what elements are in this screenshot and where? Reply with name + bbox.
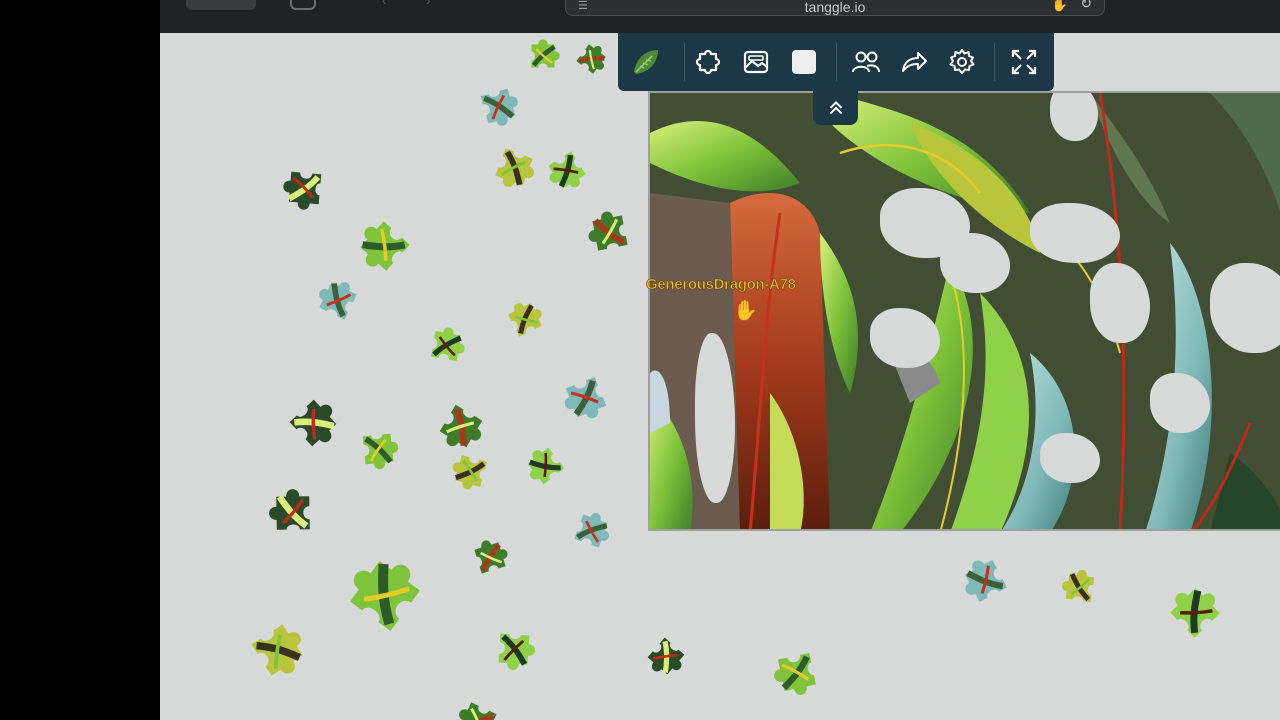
puzzle-piece[interactable] — [640, 630, 692, 682]
puzzle-piece[interactable] — [310, 273, 366, 329]
puzzle-piece[interactable] — [445, 445, 497, 497]
puzzle-piece[interactable] — [1160, 578, 1230, 648]
puzzle-piece[interactable] — [485, 138, 543, 196]
puzzle-piece[interactable] — [465, 533, 515, 583]
back-arrow-icon[interactable]: ‹ — [382, 0, 387, 8]
browser-toolbar: ‹ › ☰ tanggle.io ✋ ↻ — [160, 0, 1280, 33]
fullscreen-icon[interactable] — [1004, 43, 1044, 81]
share-icon[interactable] — [894, 43, 934, 81]
reload-icon[interactable]: ↻ — [1080, 0, 1092, 12]
puzzle-toolbar — [618, 33, 1054, 91]
tab-overview-button[interactable] — [290, 0, 316, 10]
puzzle-piece[interactable] — [275, 158, 335, 218]
player-hand-cursor-icon: ✋ — [733, 300, 758, 322]
puzzle-piece[interactable] — [500, 295, 550, 345]
address-text: tanggle.io — [804, 0, 866, 15]
address-bar[interactable]: ☰ tanggle.io ✋ ↻ — [565, 0, 1105, 16]
puzzle-piece[interactable] — [420, 320, 472, 372]
chevron-up-double-icon — [829, 100, 842, 115]
puzzle-piece[interactable] — [280, 390, 346, 456]
player-name-label: GenerousDragon-A78 — [646, 276, 797, 294]
puzzle-piece[interactable] — [540, 143, 594, 197]
puzzle-piece[interactable] — [335, 546, 435, 646]
puzzle-piece[interactable] — [520, 440, 572, 492]
image-preview-icon[interactable] — [736, 43, 776, 81]
sidebar-toggle-button[interactable] — [186, 0, 256, 10]
toolbar-collapse-button[interactable] — [813, 91, 858, 125]
gear-icon[interactable] — [942, 43, 982, 81]
puzzle-piece[interactable] — [955, 550, 1017, 612]
forward-arrow-icon[interactable]: › — [426, 0, 431, 8]
puzzle-piece[interactable] — [350, 211, 420, 281]
puzzle-piece[interactable] — [520, 33, 566, 79]
players-icon[interactable] — [846, 43, 886, 81]
puzzle-table[interactable]: GenerousDragon-A78 ✋ — [160, 33, 1280, 720]
puzzle-piece-icon[interactable] — [688, 43, 728, 81]
toolbar-separator — [684, 43, 685, 81]
toolbar-separator — [994, 43, 995, 81]
extension-icon[interactable]: ✋ — [1052, 0, 1068, 13]
puzzle-piece[interactable] — [1055, 563, 1105, 613]
puzzle-piece[interactable] — [350, 421, 406, 477]
puzzle-piece[interactable] — [260, 480, 326, 546]
toolbar-separator — [836, 43, 837, 81]
puzzle-piece[interactable] — [570, 38, 612, 80]
puzzle-piece[interactable] — [485, 620, 543, 678]
puzzle-piece[interactable] — [470, 78, 526, 134]
background-color-icon[interactable] — [784, 43, 824, 81]
empty-slot — [1050, 93, 1098, 141]
puzzle-piece[interactable] — [240, 613, 314, 687]
puzzle-piece[interactable] — [565, 505, 617, 557]
puzzle-piece[interactable] — [555, 366, 617, 428]
puzzle-piece[interactable] — [765, 640, 829, 704]
left-black-margin — [0, 0, 160, 720]
puzzle-piece[interactable] — [580, 203, 640, 263]
leaf-thumbnail-icon[interactable] — [626, 43, 666, 81]
puzzle-piece[interactable] — [450, 693, 506, 720]
